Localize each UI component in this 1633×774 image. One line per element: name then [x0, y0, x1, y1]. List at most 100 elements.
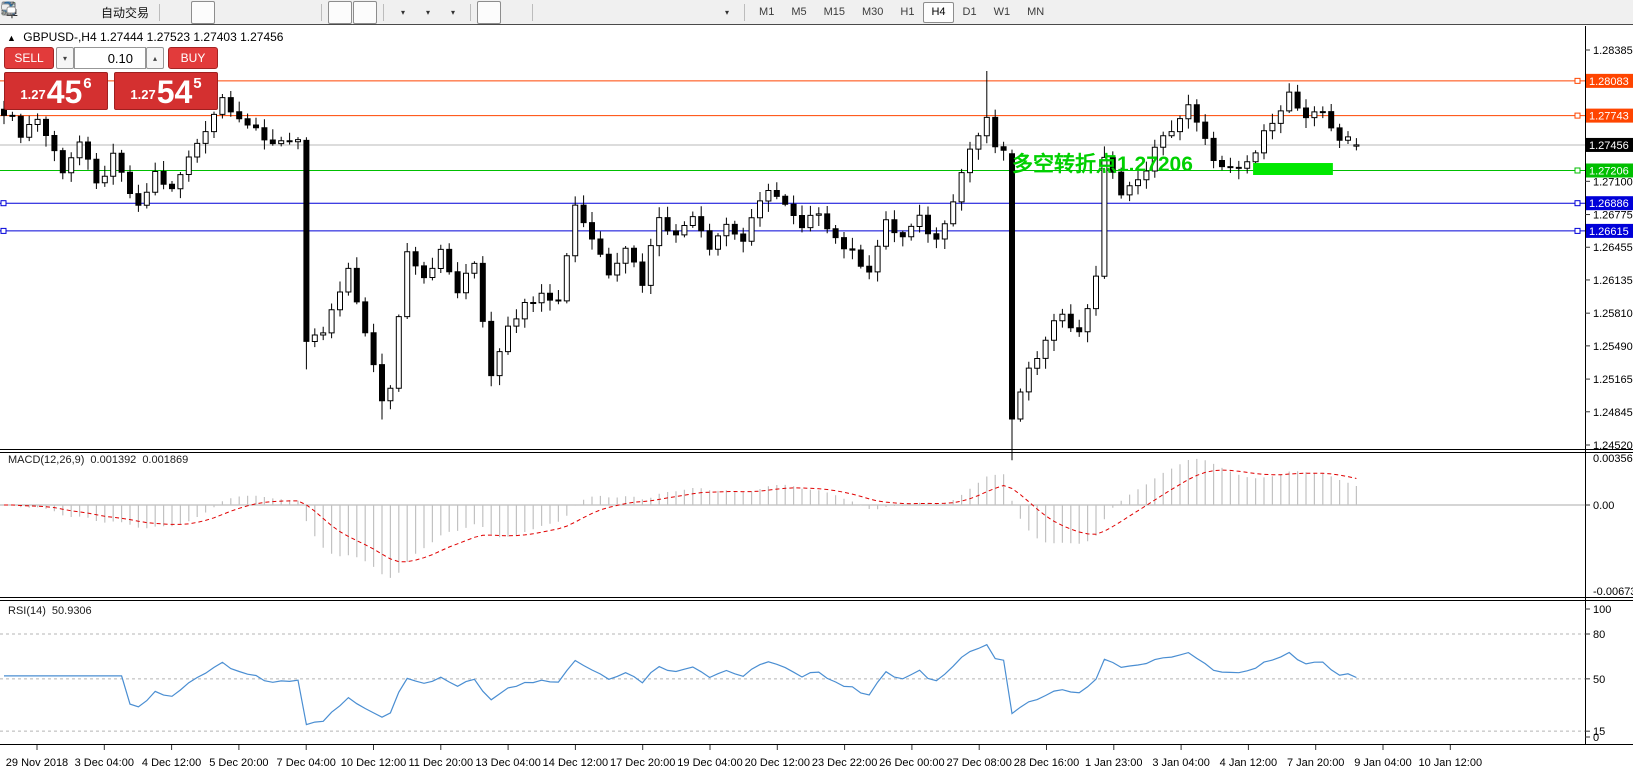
rsi-line [4, 645, 1356, 725]
timeframe-MN[interactable]: MN [1019, 2, 1052, 23]
symbol-triangle-icon: ▲ [7, 33, 16, 43]
volume-up-button[interactable]: ▴ [146, 47, 164, 69]
chevron-down-icon[interactable]: ▾ [451, 8, 455, 17]
timeframe-M1[interactable]: M1 [751, 2, 782, 23]
macd-histogram [4, 459, 1356, 578]
buy-button[interactable]: BUY [168, 47, 218, 69]
time-tick-label: 14 Dec 12:00 [543, 757, 608, 769]
chart-shift-button[interactable] [353, 1, 377, 24]
chart-title: ▲ GBPUSD-,H4 1.27444 1.27523 1.27403 1.2… [7, 30, 283, 44]
price-axis[interactable]: 1.283851.271001.267751.264551.261351.258… [1, 45, 1633, 744]
price-tick-label: 1.28385 [1593, 45, 1633, 57]
toolbar-separator [744, 4, 745, 21]
price-tick-label: 1.26135 [1593, 275, 1633, 287]
timeframe-D1[interactable]: D1 [955, 2, 985, 23]
time-tick-label: 7 Dec 04:00 [277, 757, 336, 769]
auto-scroll-button[interactable] [328, 1, 352, 24]
line-handle[interactable] [1, 201, 6, 206]
bull-bear-pivot-annotation[interactable]: 多空转折点1.27206 [1012, 148, 1193, 178]
line-handle[interactable] [1, 228, 6, 233]
time-tick-label: 10 Dec 12:00 [341, 757, 406, 769]
time-tick-label: 28 Dec 16:00 [1014, 757, 1079, 769]
sell-price-button[interactable]: 1.27456 [4, 72, 108, 110]
sell-button[interactable]: SELL [4, 47, 54, 69]
timeframe-H1[interactable]: H1 [892, 2, 922, 23]
rsi-tick-label: 80 [1593, 629, 1605, 641]
trendline-button[interactable] [589, 1, 613, 24]
time-tick-label: 4 Dec 12:00 [142, 757, 201, 769]
line-handle[interactable] [1575, 168, 1580, 173]
data-window-button[interactable] [47, 1, 71, 24]
rsi-tick-label: 50 [1593, 674, 1605, 686]
macd-max-label: 0.003565 [1593, 453, 1633, 465]
price-badge-label: 1.27456 [1589, 140, 1629, 152]
price-badge-label: 1.26615 [1589, 226, 1629, 238]
arrows-button[interactable]: ▾ [714, 1, 738, 24]
volume-dropdown-button[interactable]: ▾ [56, 47, 74, 69]
rsi-indicator-label: RSI(14)50.9306 [8, 605, 98, 617]
sell-price-prefix: 1.27 [20, 87, 45, 102]
indicators-button[interactable]: ▾ [390, 1, 414, 24]
time-tick-label: 23 Dec 22:00 [812, 757, 877, 769]
timeframe-M30[interactable]: M30 [854, 2, 891, 23]
marketwatch-button[interactable] [22, 1, 46, 24]
line-handle[interactable] [1575, 78, 1580, 83]
buy-price-button[interactable]: 1.27545 [114, 72, 218, 110]
sell-price-sup: 6 [83, 75, 91, 92]
chat-button[interactable] [1602, 1, 1626, 24]
buy-price-sup: 5 [193, 75, 201, 92]
toolbar-separator [321, 4, 322, 21]
timeframe-M15[interactable]: M15 [816, 2, 853, 23]
volume-input[interactable]: 0.10 [74, 47, 146, 69]
bullish-candles [27, 92, 1359, 419]
time-tick-label: 3 Jan 04:00 [1152, 757, 1210, 769]
equidistant-channel-button[interactable]: E [614, 1, 638, 24]
buy-price-prefix: 1.27 [130, 87, 155, 102]
price-badge-label: 1.26886 [1589, 198, 1629, 210]
vertical-line-button[interactable] [539, 1, 563, 24]
candlestick-chart-button[interactable] [191, 1, 215, 24]
zoom-out-button[interactable] [266, 1, 290, 24]
rsi-tick-label: 100 [1593, 604, 1611, 616]
time-tick-label: 27 Dec 08:00 [946, 757, 1011, 769]
time-tick-label: 10 Jan 12:00 [1418, 757, 1482, 769]
chevron-down-icon[interactable]: ▾ [725, 8, 729, 17]
time-tick-label: 3 Dec 04:00 [75, 757, 134, 769]
horizontal-line-button[interactable] [564, 1, 588, 24]
line-handle[interactable] [1575, 228, 1580, 233]
text-label-button[interactable]: T [689, 1, 713, 24]
tile-windows-button[interactable] [291, 1, 315, 24]
time-axis[interactable]: 29 Nov 20183 Dec 04:004 Dec 12:005 Dec 2… [6, 745, 1482, 769]
templates-button[interactable]: ▾ [440, 1, 464, 24]
timeframe-M5[interactable]: M5 [783, 2, 814, 23]
cursor-button[interactable] [477, 1, 501, 24]
timeframe-H4[interactable]: H4 [923, 2, 953, 23]
line-handle[interactable] [1575, 113, 1580, 118]
timeframe-W1[interactable]: W1 [986, 2, 1019, 23]
chevron-down-icon[interactable]: ▾ [426, 8, 430, 17]
search-button[interactable] [1574, 1, 1598, 24]
line-handle[interactable] [1575, 201, 1580, 206]
time-tick-label: 26 Dec 00:00 [879, 757, 944, 769]
time-tick-label: 17 Dec 20:00 [610, 757, 675, 769]
zoom-in-button[interactable] [241, 1, 265, 24]
price-tick-label: 1.25810 [1593, 308, 1633, 320]
signals-button[interactable] [72, 1, 96, 24]
bar-chart-button[interactable] [166, 1, 190, 24]
periods-button[interactable]: ▾ [415, 1, 439, 24]
time-tick-label: 7 Jan 20:00 [1287, 757, 1345, 769]
text-button[interactable]: A [664, 1, 688, 24]
line-chart-button[interactable] [216, 1, 240, 24]
buy-price-big: 54 [157, 77, 193, 107]
macd-min-label: -0.006738 [1593, 586, 1633, 598]
chart-ohlc-values: 1.27444 1.27523 1.27403 1.27456 [100, 30, 284, 44]
price-badge-label: 1.27206 [1589, 165, 1629, 177]
price-tick-label: 1.27100 [1593, 176, 1633, 188]
autotrade-button[interactable]: 自动交易 [97, 1, 153, 24]
pivot-highlight-rectangle[interactable] [1253, 163, 1333, 175]
fibonacci-button[interactable]: F [639, 1, 663, 24]
crosshair-button[interactable] [502, 1, 526, 24]
rsi-name: RSI(14) [8, 605, 46, 617]
chevron-down-icon[interactable]: ▾ [401, 8, 405, 17]
time-tick-label: 5 Dec 20:00 [209, 757, 268, 769]
